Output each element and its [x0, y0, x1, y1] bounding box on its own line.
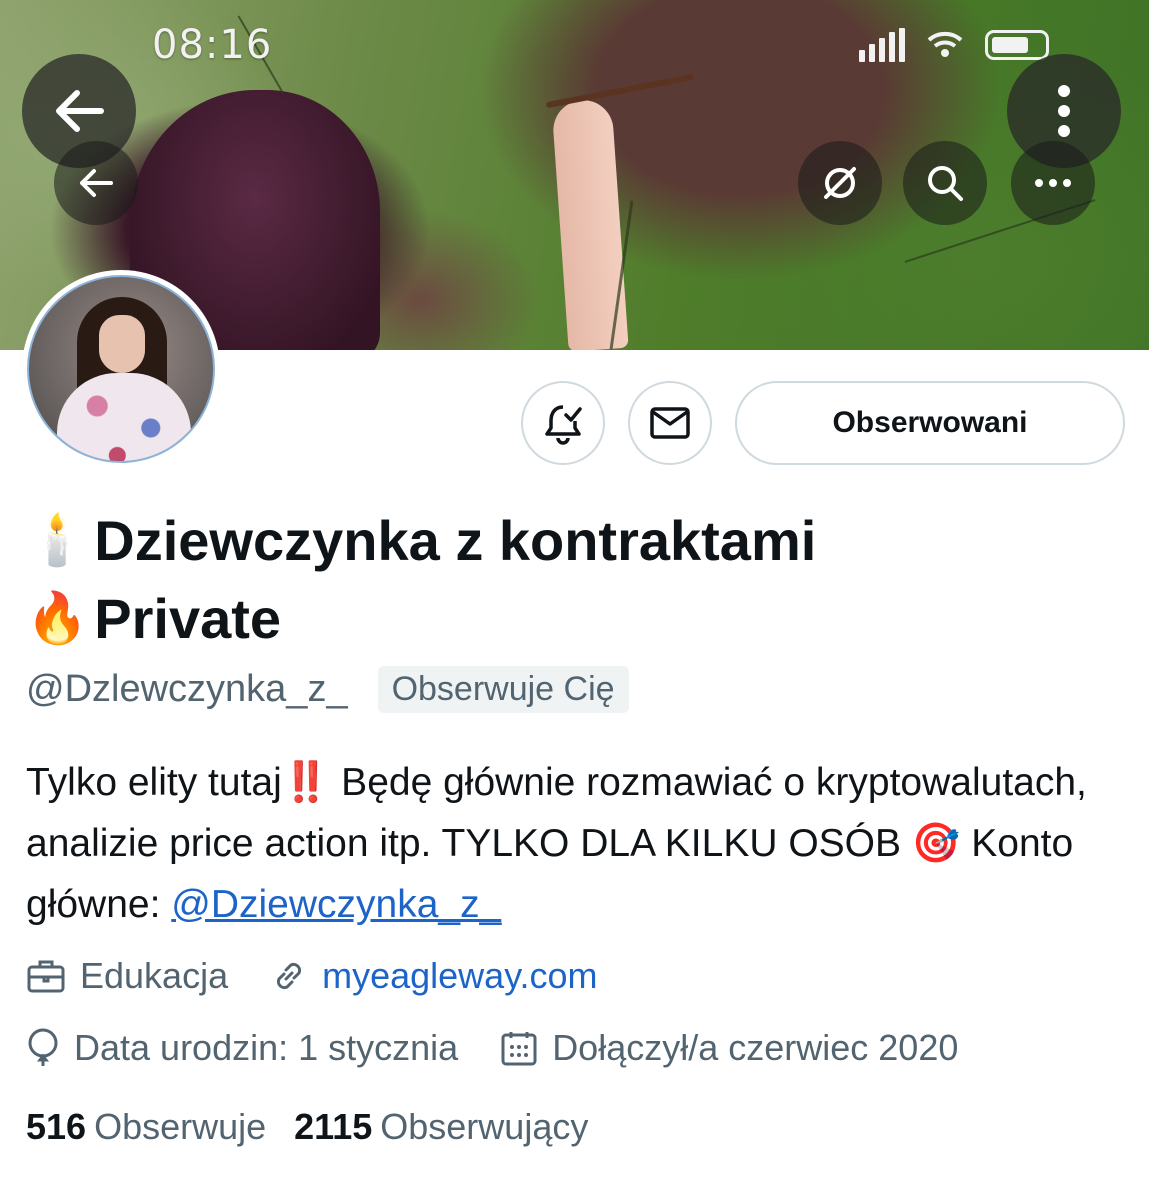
calendar-icon	[501, 1032, 537, 1066]
notifications-button[interactable]	[521, 381, 605, 465]
display-name-line1: 🕯️ Dziewczynka z kontraktami	[26, 508, 816, 573]
joined-label: Dołączył/a czerwiec 2020	[552, 1027, 959, 1068]
main-account-mention-link[interactable]: @Dziewczynka_z_	[171, 883, 501, 926]
globe-slash-icon	[824, 167, 856, 199]
following-count[interactable]: 516	[26, 1106, 86, 1148]
private-label: Private	[94, 587, 282, 650]
handle-row: @Dzlewczynka_z_ Obserwuje Cię	[26, 666, 629, 713]
message-button[interactable]	[628, 381, 712, 465]
follows-you-badge: Obserwuje Cię	[377, 666, 629, 713]
username-handle: @Dzlewczynka_z_	[26, 668, 348, 710]
mail-icon	[650, 407, 690, 439]
display-name: Dziewczynka z kontraktami	[94, 509, 817, 572]
meta-row-2: Data urodzin: 1 stycznia Dołączył/a czer…	[26, 1027, 1000, 1069]
following-button[interactable]: Obserwowani	[735, 381, 1125, 465]
profile-bio: Tylko elity tutaj‼️ Będę głównie rozmawi…	[26, 752, 1126, 935]
wifi-icon	[927, 31, 963, 57]
search-icon	[928, 166, 963, 201]
banner-brush	[545, 73, 695, 109]
bell-check-icon	[545, 405, 582, 445]
target-emoji: 🎯	[911, 822, 961, 865]
battery-icon	[985, 30, 1049, 60]
avatar-image	[27, 275, 215, 463]
status-time: 08:16	[152, 22, 273, 68]
avatar[interactable]	[22, 270, 220, 468]
translate-toggle-button[interactable]	[798, 141, 882, 225]
more-horizontal-icon	[1035, 179, 1071, 187]
joined-item: Dołączył/a czerwiec 2020	[500, 1027, 958, 1069]
bio-text: Tylko elity tutaj	[26, 761, 282, 804]
followers-label[interactable]: Obserwujący	[380, 1106, 588, 1148]
double-exclamation-emoji: ‼️	[281, 761, 331, 804]
birthday-label: Data urodzin: 1 stycznia	[74, 1027, 459, 1068]
more-button[interactable]	[1011, 141, 1095, 225]
candle-emoji: 🕯️	[26, 512, 89, 568]
category-label: Edukacja	[80, 955, 229, 996]
website-link[interactable]: myeagleway.com	[322, 955, 597, 997]
followers-count[interactable]: 2115	[294, 1106, 372, 1148]
birthday-item: Data urodzin: 1 stycznia	[26, 1027, 458, 1069]
website-item[interactable]: myeagleway.com	[270, 955, 598, 997]
arrow-left-icon	[56, 90, 104, 132]
signal-icon	[859, 28, 905, 62]
balloon-icon	[28, 1028, 58, 1066]
meta-row-1: Edukacja myeagleway.com	[26, 955, 640, 997]
following-label[interactable]: Obserwuje	[94, 1106, 266, 1148]
more-vertical-icon	[1058, 85, 1070, 137]
category-item: Edukacja	[26, 955, 228, 997]
briefcase-icon	[27, 960, 65, 993]
arrow-left-icon	[80, 169, 113, 197]
back-button-secondary[interactable]	[54, 141, 138, 225]
display-name-line2: 🔥 Private	[26, 586, 281, 651]
follow-stats: 516 Obserwuje 2115 Obserwujący	[26, 1106, 616, 1148]
link-icon	[277, 962, 302, 990]
status-icons	[859, 28, 1049, 62]
fire-emoji: 🔥	[26, 590, 89, 646]
search-button[interactable]	[903, 141, 987, 225]
